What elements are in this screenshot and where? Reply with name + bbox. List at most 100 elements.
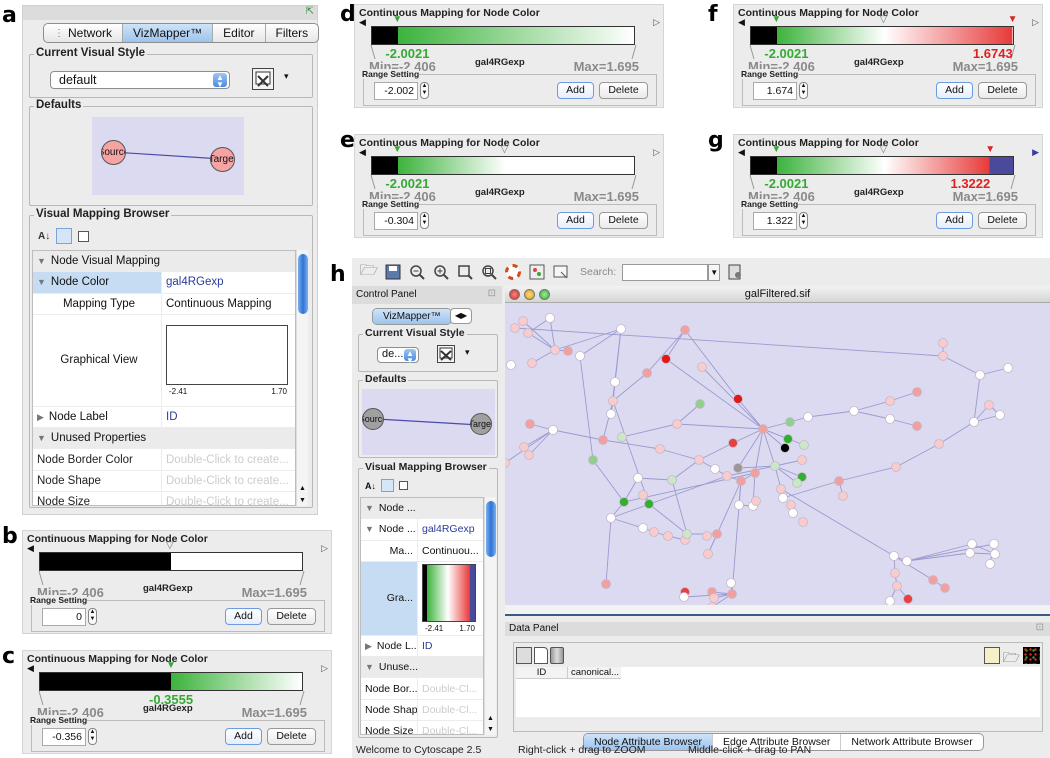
max-handle-icon[interactable]: ▷ (653, 147, 660, 158)
gradient-bar[interactable] (371, 156, 635, 175)
network-node[interactable] (550, 345, 560, 355)
network-node[interactable] (694, 455, 704, 465)
property-value[interactable]: Continuous Mapping (161, 293, 295, 314)
network-node[interactable] (902, 556, 912, 566)
range-value-input[interactable]: -0.356 (42, 728, 86, 746)
network-node[interactable] (519, 442, 529, 452)
network-node[interactable] (518, 316, 528, 326)
search-dropdown-icon[interactable]: ▼ (708, 263, 721, 281)
slider-handle-icon[interactable]: ▼ (771, 15, 781, 25)
undock-icon[interactable]: ⊡ (1036, 622, 1044, 633)
property-value[interactable]: gal4RGexp (161, 272, 295, 293)
network-node[interactable] (726, 578, 736, 588)
property-value[interactable]: -2.41 1.70 (161, 314, 295, 406)
network-node[interactable] (989, 539, 999, 549)
zoom-in-icon[interactable] (432, 263, 450, 281)
network-node[interactable] (834, 476, 844, 486)
network-node[interactable] (525, 419, 535, 429)
min-handle-icon[interactable]: ◀ (738, 17, 745, 28)
slider-handle-icon[interactable]: ▼ (985, 145, 995, 155)
range-stepper-icon[interactable]: ▲ ▼ (88, 728, 97, 745)
delete-button[interactable]: Delete (599, 82, 648, 99)
network-node[interactable] (709, 593, 719, 603)
open-folder-icon[interactable]: 🗁 (360, 262, 379, 281)
network-node[interactable] (780, 443, 790, 453)
collapse-icon[interactable]: ▼ (37, 277, 46, 287)
network-node[interactable] (965, 548, 975, 558)
categorized-view-icon[interactable] (381, 479, 394, 492)
tab-filters[interactable]: Filters (266, 24, 319, 42)
network-node[interactable] (548, 425, 558, 435)
property-row[interactable]: Node Size Double-Cl... (361, 721, 483, 734)
network-node[interactable] (703, 549, 713, 559)
network-node[interactable] (619, 497, 629, 507)
min-handle-icon[interactable]: ◀ (738, 147, 745, 158)
gradient-bar[interactable] (39, 672, 303, 691)
network-node[interactable] (616, 324, 626, 334)
network-canvas[interactable] (505, 303, 1050, 605)
min-handle-icon[interactable]: ◀ (359, 17, 366, 28)
add-button[interactable]: Add (225, 728, 262, 745)
zoom-window-icon[interactable] (539, 289, 550, 300)
gradient-bar[interactable] (39, 552, 303, 571)
expand-icon[interactable]: ▶ (37, 412, 44, 423)
network-node[interactable] (601, 579, 611, 589)
max-handle-icon[interactable]: ▷ (321, 543, 328, 554)
network-node[interactable] (885, 596, 895, 606)
network-node[interactable] (798, 517, 808, 527)
range-value-input[interactable]: 1.322 (753, 212, 797, 230)
network-node[interactable] (642, 368, 652, 378)
network-node[interactable] (995, 410, 1005, 420)
graphical-view[interactable]: -2.41 1.70 (166, 325, 288, 396)
categorized-view-icon[interactable] (56, 228, 73, 244)
network-node[interactable] (903, 594, 913, 604)
search-input[interactable] (622, 263, 709, 281)
network-node[interactable] (912, 421, 922, 431)
minimize-window-icon[interactable] (524, 289, 535, 300)
network-node[interactable] (891, 462, 901, 472)
visual-style-select[interactable]: default ▲ ▼ (50, 71, 230, 89)
network-node[interactable] (750, 468, 760, 478)
network-node[interactable] (655, 444, 665, 454)
network-node[interactable] (734, 500, 744, 510)
heatmap-icon[interactable] (1023, 647, 1040, 664)
property-value[interactable]: Double-Click to create... (161, 470, 295, 492)
range-stepper-icon[interactable]: ▲ ▼ (88, 608, 97, 625)
zoom-selected-icon[interactable] (480, 263, 498, 281)
slider-handle-icon[interactable]: ▽ (166, 541, 174, 551)
network-node[interactable] (969, 417, 979, 427)
defaults-preview[interactable]: Source Target (92, 117, 244, 195)
network-node[interactable] (985, 559, 995, 569)
range-value-input[interactable]: -2.002 (374, 82, 418, 100)
vertical-scrollbar[interactable]: ▲ ▼ (484, 497, 496, 735)
network-node[interactable] (751, 496, 761, 506)
range-stepper-icon[interactable]: ▲ ▼ (799, 212, 808, 229)
property-row[interactable]: Mapping Type Continuous Mapping (33, 293, 295, 315)
gradient-bar[interactable] (750, 26, 1014, 45)
network-node[interactable] (663, 531, 673, 541)
network-node[interactable] (527, 358, 537, 368)
property-row[interactable]: ▶ Node Label ID (33, 406, 295, 429)
network-node[interactable] (803, 412, 813, 422)
min-handle-icon[interactable]: ◀ (27, 543, 34, 554)
network-node[interactable] (712, 529, 722, 539)
gradient-bar[interactable] (371, 26, 635, 45)
property-row[interactable]: Node Shape Double-Click to create... (33, 470, 295, 493)
network-node[interactable] (838, 491, 848, 501)
slider-handle-icon[interactable]: ▽ (880, 15, 888, 25)
property-row[interactable]: Node Shape Double-Cl... (361, 699, 483, 722)
network-node[interactable] (967, 539, 977, 549)
property-value[interactable]: Double-Click to create... (161, 449, 295, 470)
property-row[interactable]: ▼ Node Visual Mapping (33, 251, 295, 273)
save-icon[interactable] (384, 263, 402, 281)
range-value-input[interactable]: 0 (42, 608, 86, 626)
network-node[interactable] (778, 493, 788, 503)
network-node[interactable] (728, 438, 738, 448)
network-node[interactable] (638, 523, 648, 533)
network-node[interactable] (695, 399, 705, 409)
network-node[interactable] (649, 527, 659, 537)
network-node[interactable] (938, 351, 948, 361)
scroll-down-icon[interactable]: ▼ (299, 497, 306, 504)
network-node[interactable] (940, 583, 950, 593)
network-node[interactable] (885, 414, 895, 424)
